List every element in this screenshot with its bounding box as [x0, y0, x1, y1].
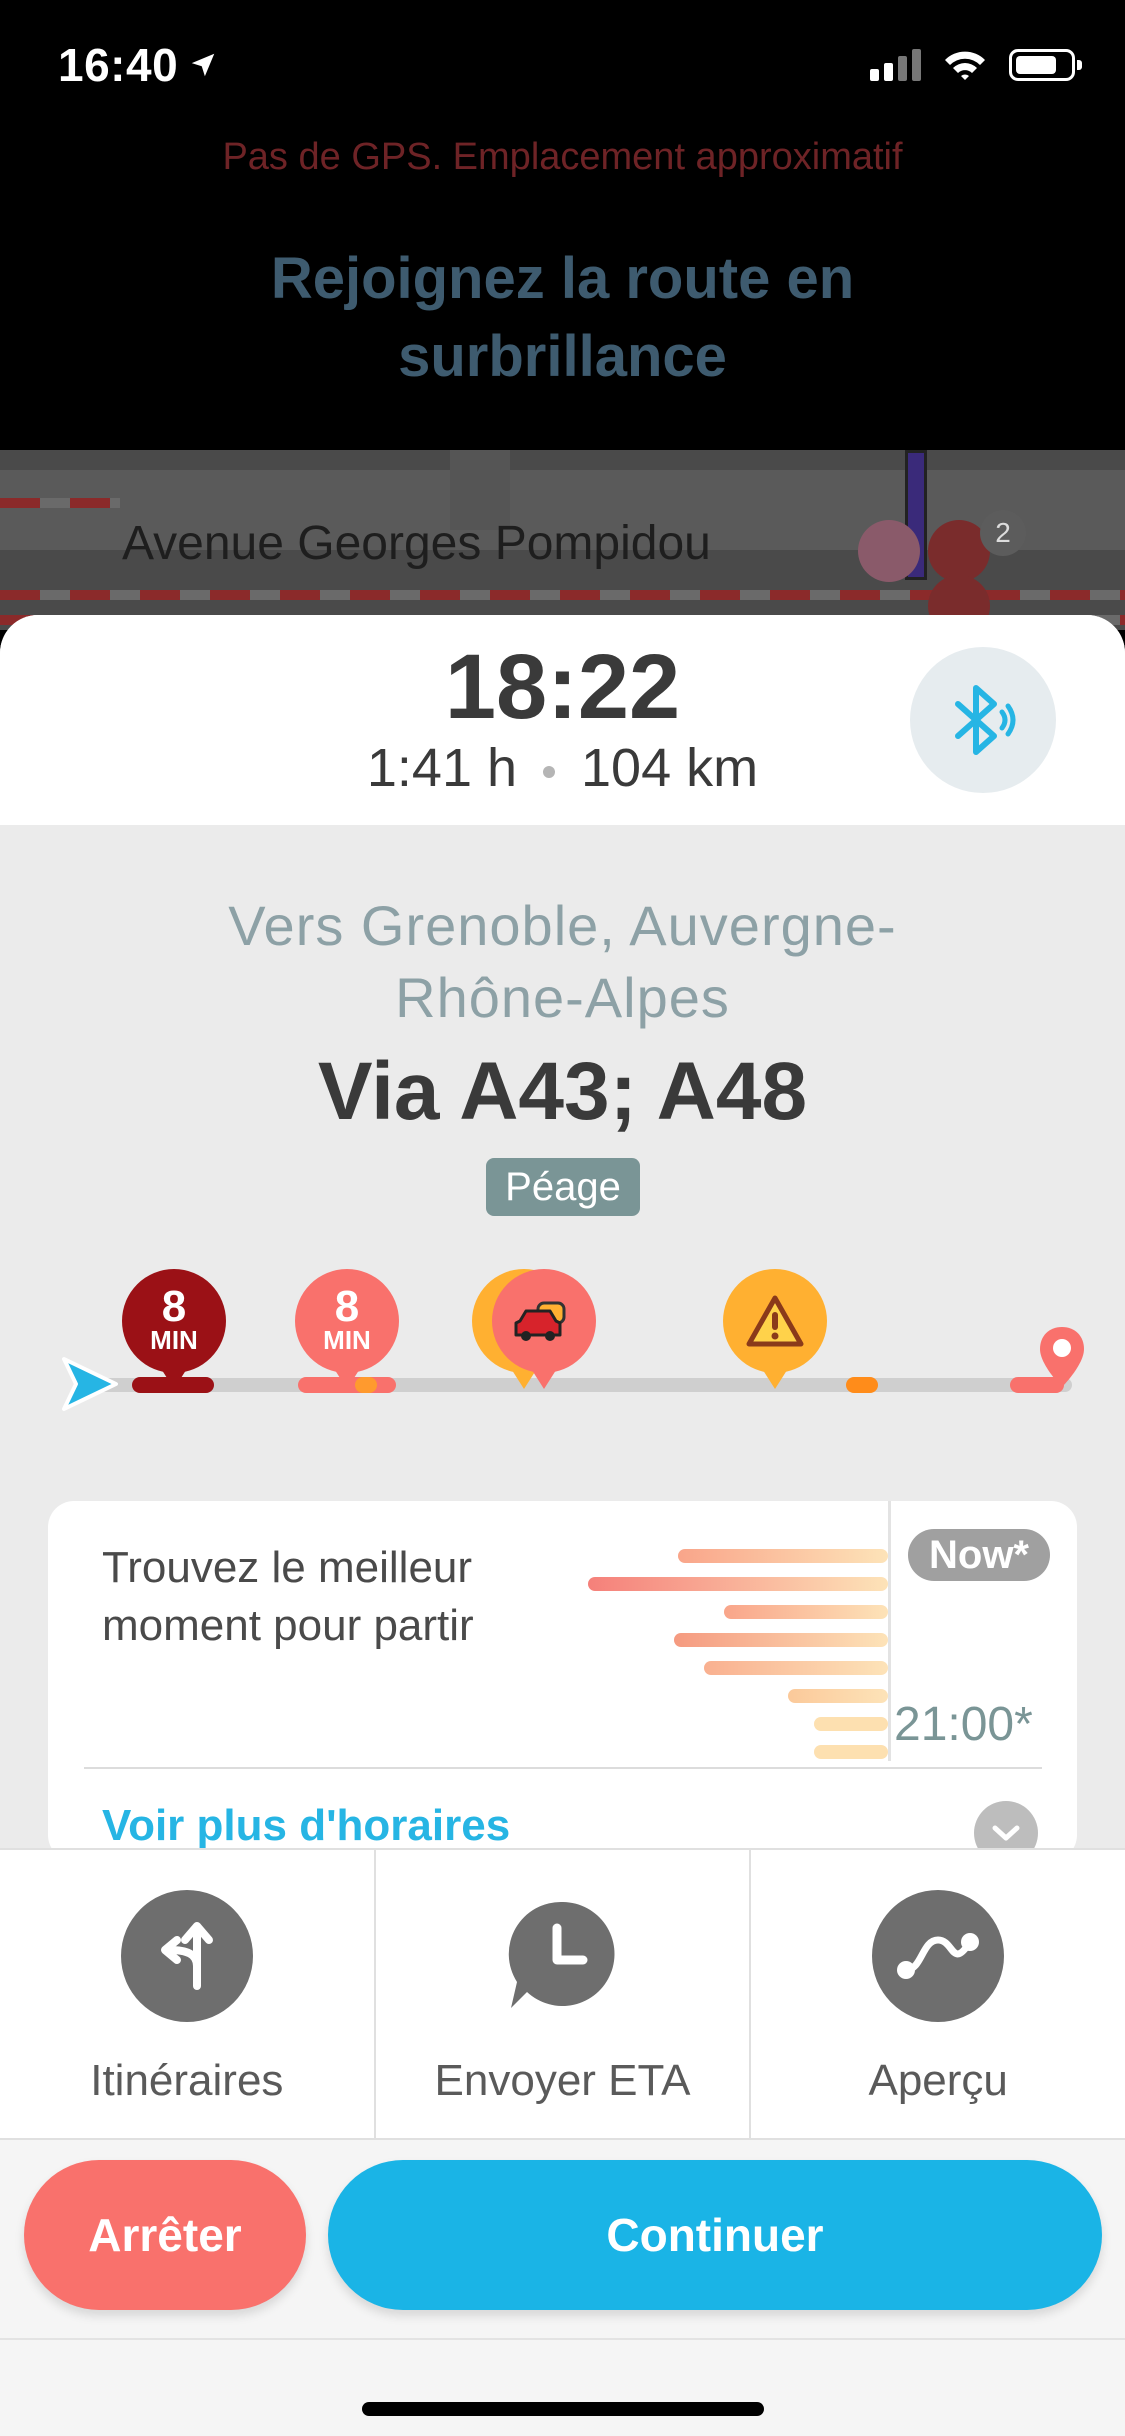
- best-departure-text: Trouvez le meilleur moment pour partir: [102, 1543, 474, 1650]
- later-time-label: 21:00*: [894, 1698, 1033, 1751]
- route-timeline-track: [92, 1378, 1072, 1392]
- action-bar: Itinéraires Envoyer ETA Aperçu: [0, 1848, 1125, 2138]
- destination-pin-icon: [1040, 1327, 1084, 1387]
- battery-icon: [1009, 49, 1082, 81]
- traffic-forecast-bar: [724, 1605, 888, 1619]
- best-departure-card[interactable]: Trouvez le meilleur moment pour partir N…: [48, 1501, 1077, 1861]
- map-view[interactable]: Avenue Georges Pompidou 2: [0, 450, 1125, 630]
- overview-label: Aperçu: [868, 2056, 1008, 2105]
- traffic-jam-icon[interactable]: [492, 1269, 596, 1389]
- trip-duration: 1:41 h: [366, 738, 518, 798]
- more-times-link[interactable]: Voir plus d'horaires: [102, 1801, 510, 1851]
- waze-user-icon[interactable]: [858, 520, 920, 582]
- car-icon: [514, 1301, 566, 1341]
- bluetooth-icon: [955, 685, 1016, 755]
- navigation-banner: Pas de GPS. Emplacement approximatif Rej…: [0, 130, 1125, 450]
- start-arrow-icon: [62, 1357, 118, 1411]
- home-indicator[interactable]: [362, 2402, 764, 2416]
- bottom-controls: Arrêter Continuer: [0, 2138, 1125, 2436]
- clock-text: 16:40: [58, 39, 179, 91]
- hazard-warning-icon[interactable]: [723, 1269, 827, 1389]
- traffic-forecast-bar: [678, 1549, 888, 1563]
- now-badge: Now*: [908, 1529, 1050, 1581]
- now-divider: [888, 1501, 891, 1761]
- gps-warning: Pas de GPS. Emplacement approximatif: [222, 136, 903, 178]
- send-eta-button[interactable]: Envoyer ETA: [376, 1850, 752, 2138]
- delay-unit: MIN: [323, 1325, 371, 1355]
- traffic-delay-marker[interactable]: 8 MIN: [122, 1269, 226, 1389]
- route-via: Via A43; A48: [317, 1046, 808, 1137]
- warning-triangle-icon: [746, 1295, 804, 1347]
- separator-dot: [543, 765, 556, 778]
- overview-button[interactable]: Aperçu: [751, 1850, 1125, 2138]
- continue-button[interactable]: Continuer: [328, 2160, 1102, 2310]
- traffic-forecast-bar: [788, 1689, 888, 1703]
- map-road-marking: [0, 498, 120, 508]
- status-bar: 16:40: [0, 0, 1125, 130]
- delay-value: 8: [334, 1282, 360, 1331]
- eta-summary: 18:22 1:41 h 104 km: [0, 615, 1125, 825]
- overview-route-icon: [872, 1890, 1005, 2022]
- location-arrow-icon: [191, 53, 215, 77]
- clock-chat-icon: [497, 1890, 629, 2022]
- light-traffic-segment: [846, 1377, 878, 1393]
- wifi-icon: [945, 51, 985, 80]
- traffic-forecast-bar: [814, 1745, 888, 1759]
- route-destination: Vers Grenoble, Auvergne-Rhône-Alpes: [228, 894, 897, 1029]
- send-eta-label: Envoyer ETA: [434, 2056, 691, 2105]
- routes-label: Itinéraires: [90, 2056, 284, 2105]
- report-count-badge: 2: [980, 510, 1026, 556]
- traffic-forecast-bar: [814, 1717, 888, 1731]
- bluetooth-audio-button[interactable]: [910, 647, 1056, 793]
- traffic-forecast-bar: [588, 1577, 888, 1591]
- divider: [0, 2338, 1125, 2340]
- route-split-icon: [120, 1890, 253, 2022]
- street-name: Avenue Georges Pompidou: [122, 517, 711, 570]
- turn-instruction: Rejoignez la route en surbrillance: [270, 246, 855, 389]
- card-divider: [84, 1767, 1042, 1769]
- traffic-forecast-bar: [674, 1633, 888, 1647]
- delay-unit: MIN: [150, 1325, 198, 1355]
- trip-distance: 104 km: [581, 738, 759, 798]
- traffic-delay-marker[interactable]: 8 MIN: [295, 1269, 399, 1389]
- cell-signal-icon: [870, 49, 921, 81]
- stop-button[interactable]: Arrêter: [24, 2160, 306, 2310]
- delay-value: 8: [161, 1282, 187, 1331]
- status-time: 16:40: [58, 38, 218, 92]
- traffic-forecast-bar: [704, 1661, 888, 1675]
- status-icons: [870, 48, 1082, 82]
- toll-badge: Péage: [486, 1158, 640, 1216]
- routes-button[interactable]: Itinéraires: [0, 1850, 376, 2138]
